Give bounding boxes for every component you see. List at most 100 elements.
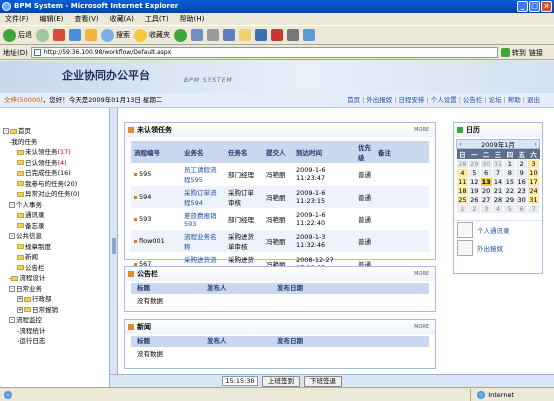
tree-rules[interactable]: 规章制度 bbox=[3, 242, 80, 253]
calendar-day[interactable]: 5 bbox=[467, 168, 481, 178]
nav-notice[interactable]: 公告栏 bbox=[463, 93, 483, 108]
splitter-grip[interactable] bbox=[112, 238, 116, 254]
next-month-button[interactable]: › bbox=[534, 140, 539, 148]
calendar-day[interactable]: 3 bbox=[527, 159, 540, 169]
tree-flow-design[interactable]: - 流程设计 bbox=[3, 273, 80, 284]
calendar-day[interactable]: 18 bbox=[456, 186, 469, 196]
table-row[interactable]: 594 采购订单流程594 采购订单审核 冯艳丽 2009-1-6 11:23:… bbox=[131, 185, 429, 209]
calendar-day[interactable]: 31 bbox=[527, 195, 540, 205]
calendar-day[interactable]: 1 bbox=[503, 159, 517, 169]
nav-help[interactable]: 帮助 bbox=[508, 93, 521, 108]
calendar-day[interactable]: 13 bbox=[479, 177, 493, 187]
search-button[interactable]: 搜索 bbox=[101, 27, 130, 43]
address-input[interactable]: http://59.36.100.98/workflow/Default.asp… bbox=[30, 47, 498, 58]
calendar-day[interactable]: 10 bbox=[527, 168, 540, 178]
tree-claimed[interactable]: 已认领任务(4) bbox=[3, 158, 80, 169]
calendar-day[interactable]: 30 bbox=[515, 195, 529, 205]
calendar-day[interactable]: 29 bbox=[467, 159, 481, 169]
row-biz-link[interactable]: 员工请假流程595 bbox=[181, 163, 225, 186]
sidebar-splitter[interactable] bbox=[110, 108, 118, 387]
collapse-icon[interactable]: - bbox=[9, 285, 15, 292]
tree-todo[interactable]: 未认领任务(17) bbox=[3, 147, 80, 158]
row-biz-link[interactable]: 流程业务名称 bbox=[181, 229, 225, 253]
close-button[interactable]: × bbox=[541, 1, 552, 12]
stop-icon[interactable] bbox=[53, 29, 65, 41]
calendar-day[interactable]: 23 bbox=[515, 186, 529, 196]
research-icon[interactable] bbox=[271, 29, 283, 41]
tree-notice[interactable]: 公告栏 bbox=[3, 263, 80, 274]
tree-completed[interactable]: 已完成任务(16) bbox=[3, 168, 80, 179]
table-row[interactable]: flow001 流程业务名称 采购进货单审核 冯艳丽 2009-1-3 11:3… bbox=[131, 229, 429, 253]
minimize-button[interactable]: _ bbox=[517, 1, 528, 12]
calendar-day[interactable]: 3 bbox=[479, 204, 493, 214]
row-biz-link[interactable]: 差旅费报销593 bbox=[181, 208, 225, 230]
menu-edit[interactable]: 编辑(E) bbox=[40, 13, 64, 25]
tree-flow-stats[interactable]: -流程统计 bbox=[3, 326, 80, 337]
history-icon[interactable] bbox=[174, 28, 187, 42]
nav-schedule[interactable]: 日程安排 bbox=[398, 93, 424, 108]
calendar-day[interactable]: 30 bbox=[479, 159, 493, 169]
links-button[interactable]: 链接 bbox=[529, 48, 543, 58]
expand-icon[interactable]: + bbox=[17, 296, 23, 302]
calendar-day[interactable]: 7 bbox=[527, 204, 540, 214]
collapse-icon[interactable]: - bbox=[9, 317, 15, 323]
collapse-icon[interactable]: - bbox=[3, 128, 9, 134]
tree-flow-monitor[interactable]: - 流程监控 bbox=[3, 315, 80, 326]
calendar-day[interactable]: 27 bbox=[479, 195, 493, 205]
row-biz-link[interactable]: 采购订单流程594 bbox=[181, 185, 225, 209]
calendar-day[interactable]: 17 bbox=[527, 177, 540, 187]
nav-out[interactable]: 外出报奴 bbox=[366, 93, 392, 108]
tree-root[interactable]: - 首页 bbox=[3, 126, 80, 137]
calendar-day[interactable]: 15 bbox=[503, 177, 517, 187]
tree-admin[interactable]: + 行政部 bbox=[3, 294, 80, 305]
refresh-icon[interactable] bbox=[69, 29, 81, 41]
tree-daily-report[interactable]: + 日常报销 bbox=[3, 305, 80, 316]
folder-icon[interactable] bbox=[239, 29, 251, 41]
calendar-day[interactable]: 25 bbox=[456, 195, 469, 205]
menu-view[interactable]: 查看(V) bbox=[74, 13, 98, 25]
edit-icon[interactable] bbox=[223, 29, 235, 41]
out-shortcut[interactable]: 外出报奴 bbox=[454, 239, 542, 257]
toolbar-extra-icon[interactable] bbox=[287, 29, 299, 41]
calendar-day[interactable]: 4 bbox=[456, 168, 469, 178]
calendar-day[interactable]: 21 bbox=[491, 186, 505, 196]
calendar-day[interactable]: 6 bbox=[479, 168, 493, 178]
tree-run-log[interactable]: -运行日志 bbox=[3, 336, 80, 347]
nav-home[interactable]: 首页 bbox=[347, 93, 360, 108]
expand-icon[interactable]: + bbox=[17, 306, 23, 313]
calendar-day[interactable]: 2 bbox=[515, 159, 529, 169]
tree-personal[interactable]: - 个人事务 bbox=[3, 200, 80, 211]
prev-month-button[interactable]: ‹ bbox=[457, 140, 462, 148]
back-button[interactable]: 后退 bbox=[3, 27, 32, 43]
tree-memo[interactable]: 备忘录 bbox=[3, 221, 80, 232]
calendar-day[interactable]: 22 bbox=[503, 186, 517, 196]
forward-arrow-icon[interactable] bbox=[36, 28, 49, 42]
mail-icon[interactable] bbox=[191, 29, 203, 41]
calendar-day[interactable]: 28 bbox=[491, 195, 505, 205]
nav-logout[interactable]: 退出 bbox=[527, 93, 540, 108]
tree-daily[interactable]: - 日常业务 bbox=[3, 284, 80, 295]
toolbar-extra2-icon[interactable] bbox=[303, 29, 315, 41]
table-row[interactable]: 595 员工请假流程595 部门经理 冯艳丽 2009-1-6 11:23:47… bbox=[131, 163, 429, 186]
current-user[interactable]: 文梓(50000) bbox=[4, 96, 43, 104]
checkin-button[interactable]: 上班签到 bbox=[262, 375, 300, 387]
calendar-day[interactable]: 20 bbox=[479, 186, 493, 196]
calendar-day[interactable]: 14 bbox=[491, 177, 505, 187]
calendar-day[interactable]: 6 bbox=[515, 204, 529, 214]
calendar-day[interactable]: 28 bbox=[456, 159, 469, 169]
maximize-button[interactable]: □ bbox=[529, 1, 540, 12]
calendar-day[interactable]: 4 bbox=[491, 204, 505, 214]
news-more-link[interactable]: MORE bbox=[414, 320, 429, 334]
menu-file[interactable]: 文件(F) bbox=[5, 13, 29, 25]
table-row[interactable]: 593 差旅费报销593 部门经理 冯艳丽 2009-1-6 11:22:40 … bbox=[131, 208, 429, 230]
messenger-icon[interactable] bbox=[255, 29, 267, 41]
nav-settings[interactable]: 个人设置 bbox=[431, 93, 457, 108]
tree-initiated[interactable]: 我参与的任务(20) bbox=[3, 179, 80, 190]
calendar-day[interactable]: 31 bbox=[491, 159, 505, 169]
tree-my-tasks[interactable]: -我的任务 bbox=[3, 137, 80, 148]
calendar-day[interactable]: 9 bbox=[515, 168, 529, 178]
collapse-icon[interactable]: - bbox=[9, 201, 15, 208]
menu-favorites[interactable]: 收藏(A) bbox=[110, 13, 134, 25]
menu-help[interactable]: 帮助(H) bbox=[180, 13, 205, 25]
calendar-day[interactable]: 19 bbox=[467, 186, 481, 196]
